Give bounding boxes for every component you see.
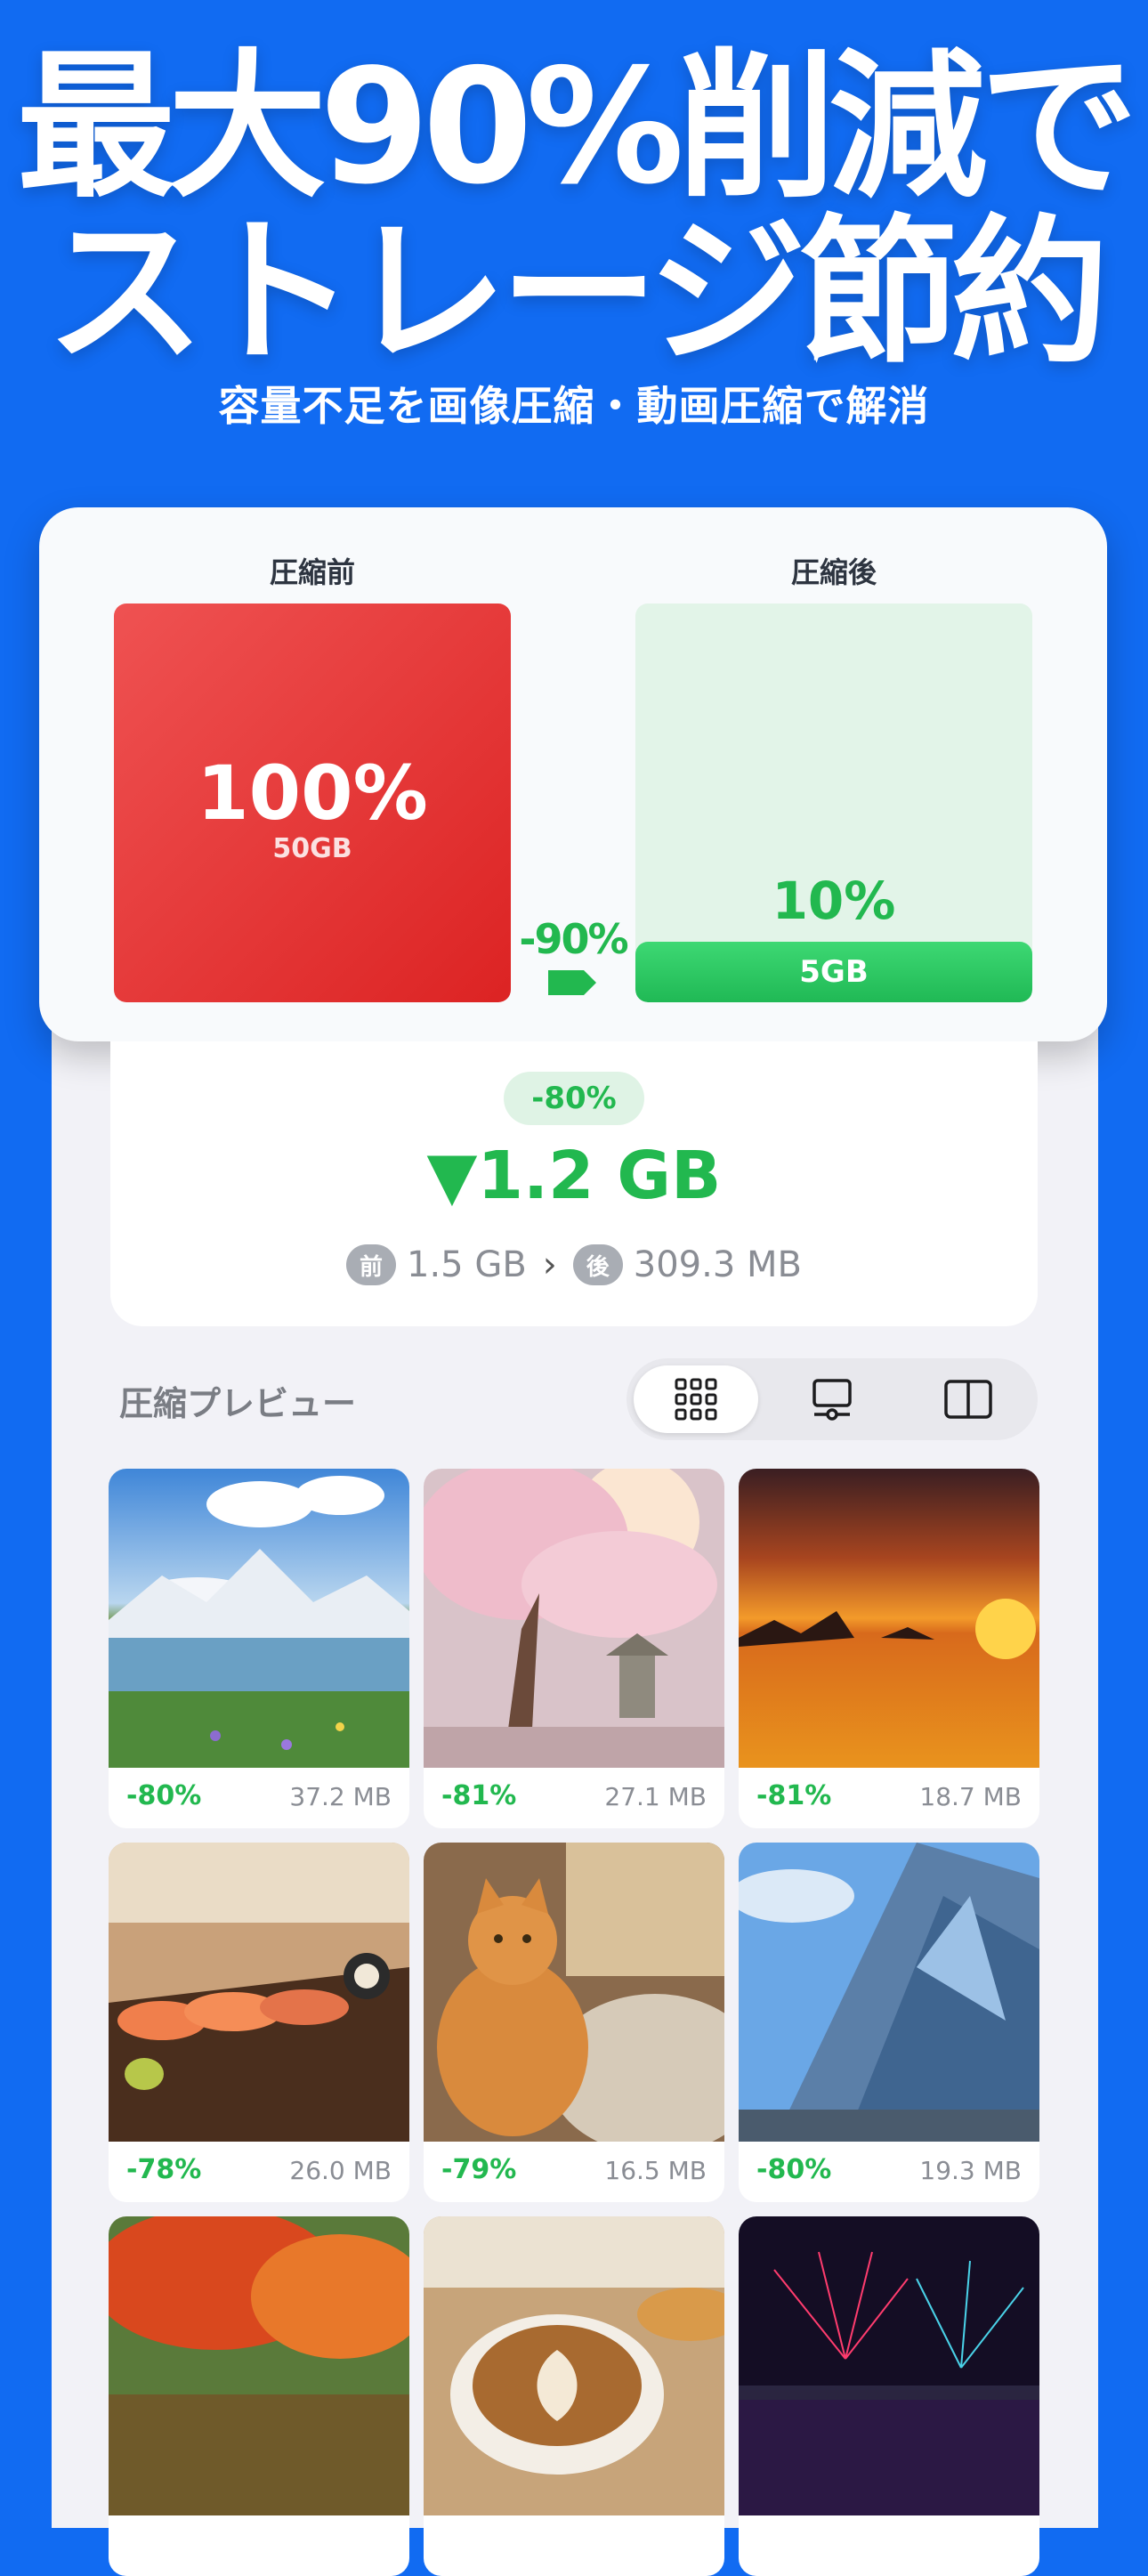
arrow-right-icon [548,970,596,995]
mountain-lake-photo [109,1469,409,1768]
before-tag: 前 [346,1244,397,1285]
before-storage-box: 100% 50GB [114,603,511,1002]
before-value: 1.5 GB [407,1244,527,1285]
compression-percent: -79% [441,2154,517,2185]
hero-title-line1: 最大90%削減で [16,35,1138,219]
saved-amount: ▼1.2 GB [426,1138,722,1214]
latte-photo [424,2216,724,2515]
hero-title: 最大90%削減で ストレージ節約 [0,45,1148,376]
after-size: 5GB [799,954,869,990]
skyscraper-photo [739,1843,1039,2142]
chevron-right-icon: › [542,1244,557,1285]
before-percent: 100% [197,749,428,837]
list-view-icon [812,1379,852,1421]
file-size: 18.7 MB [919,1782,1022,1811]
sushi-photo [109,1843,409,2142]
savings-badge: -80% [504,1072,644,1125]
cherry-blossom-photo [424,1469,724,1768]
autumn-garden-photo [109,2216,409,2515]
before-label: 圧縮前 [269,555,355,589]
compare-view-icon [944,1380,992,1419]
after-storage-box: 10% 5GB [635,603,1032,1002]
after-tag: 後 [572,1244,623,1285]
hero-subtitle: 容量不足を画像圧縮・動画圧縮で解消 [218,382,930,430]
photo-card[interactable]: -78% 26.0 MB [109,1843,409,2202]
file-size: 27.1 MB [604,1782,707,1811]
sunset-sea-photo [739,1469,1039,1768]
file-size: 37.2 MB [289,1782,392,1811]
photo-card[interactable]: -81% 27.1 MB [424,1469,724,1828]
grid-view-icon [675,1378,717,1421]
compression-percent: -80% [126,1780,202,1811]
photo-card[interactable]: -81% 18.7 MB [739,1469,1039,1828]
photo-card[interactable] [109,2216,409,2576]
grid-view-button[interactable] [634,1365,758,1433]
after-value: 309.3 MB [633,1244,802,1285]
hero-title-line2: ストレージ節約 [45,200,1109,385]
cat-photo [424,1843,724,2142]
compression-comparison-card: 圧縮前 圧縮後 100% 50GB -90% 10% 5GB [39,507,1107,1041]
view-mode-segmented-control [627,1358,1038,1440]
photo-card[interactable]: -80% 37.2 MB [109,1469,409,1828]
before-size: 50GB [272,833,352,864]
list-view-button[interactable] [770,1365,894,1433]
photo-card[interactable] [424,2216,724,2576]
reduction-label: -90% [519,915,628,963]
file-size: 19.3 MB [919,2156,1022,2185]
after-fill-bar: 5GB [635,942,1032,1002]
before-after-sizes: 前 1.5 GB › 後 309.3 MB [110,1244,1038,1285]
photo-card[interactable] [739,2216,1039,2576]
compression-percent: -78% [126,2154,202,2185]
after-label: 圧縮後 [790,555,877,589]
photo-card[interactable]: -79% 16.5 MB [424,1843,724,2202]
savings-summary-card: -80% ▼1.2 GB 前 1.5 GB › 後 309.3 MB [110,1041,1038,1326]
file-size: 16.5 MB [604,2156,707,2185]
compression-percent: -81% [756,1780,832,1811]
compression-percent: -81% [441,1780,517,1811]
compression-percent: -80% [756,2154,832,2185]
after-percent: 10% [772,871,896,931]
photo-card[interactable]: -80% 19.3 MB [739,1843,1039,2202]
compare-view-button[interactable] [906,1365,1031,1433]
fireworks-photo [739,2216,1039,2515]
preview-section-title: 圧縮プレビュー [119,1384,357,1423]
file-size: 26.0 MB [289,2156,392,2185]
